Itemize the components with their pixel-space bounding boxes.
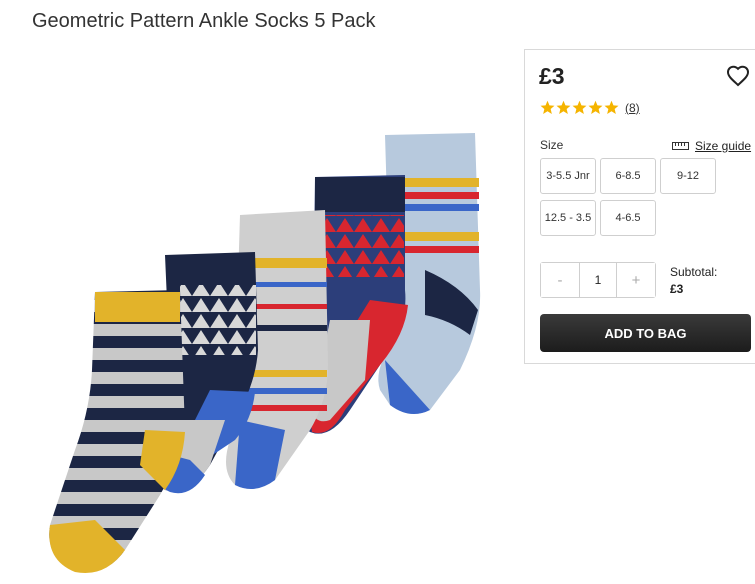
subtotal: Subtotal: £3 — [670, 264, 717, 298]
review-count-link[interactable]: (8) — [625, 101, 640, 115]
quantity-decrease-button[interactable]: - — [541, 263, 579, 297]
star-icon — [556, 100, 571, 114]
quantity-increase-button[interactable]: + — [617, 263, 655, 297]
size-option-12.5-3.5[interactable]: 12.5 - 3.5 — [540, 200, 596, 236]
size-option-9-12[interactable]: 9-12 — [660, 158, 716, 194]
size-option-3-5.5-jnr[interactable]: 3-5.5 Jnr — [540, 158, 596, 194]
product-title: Geometric Pattern Ankle Socks 5 Pack — [32, 10, 376, 32]
size-option-6-8.5[interactable]: 6-8.5 — [600, 158, 656, 194]
add-to-bag-button[interactable]: ADD TO BAG — [540, 314, 751, 352]
product-rating: (8) — [540, 100, 640, 115]
price: £3 — [539, 63, 565, 89]
heart-icon[interactable] — [726, 64, 750, 88]
rating-stars — [540, 100, 619, 115]
size-label: Size — [540, 138, 564, 152]
subtotal-label: Subtotal: — [670, 265, 718, 279]
quantity-input[interactable] — [579, 263, 617, 297]
size-guide-link[interactable]: Size guide — [672, 139, 751, 153]
size-guide-label: Size guide — [695, 139, 752, 153]
star-icon — [572, 100, 587, 114]
star-icon — [604, 100, 619, 114]
star-icon — [588, 100, 603, 114]
sock-mustard-navy — [49, 290, 186, 574]
purchase-panel: £3 (8) Size Size guide 3-5.5 Jnr 6-8.5 9… — [524, 49, 755, 364]
size-option-4-6.5[interactable]: 4-6.5 — [600, 200, 656, 236]
star-icon — [540, 100, 555, 114]
quantity-stepper: - + — [540, 262, 656, 298]
product-image — [49, 133, 481, 574]
subtotal-value: £3 — [670, 282, 684, 296]
ruler-icon — [672, 142, 689, 150]
